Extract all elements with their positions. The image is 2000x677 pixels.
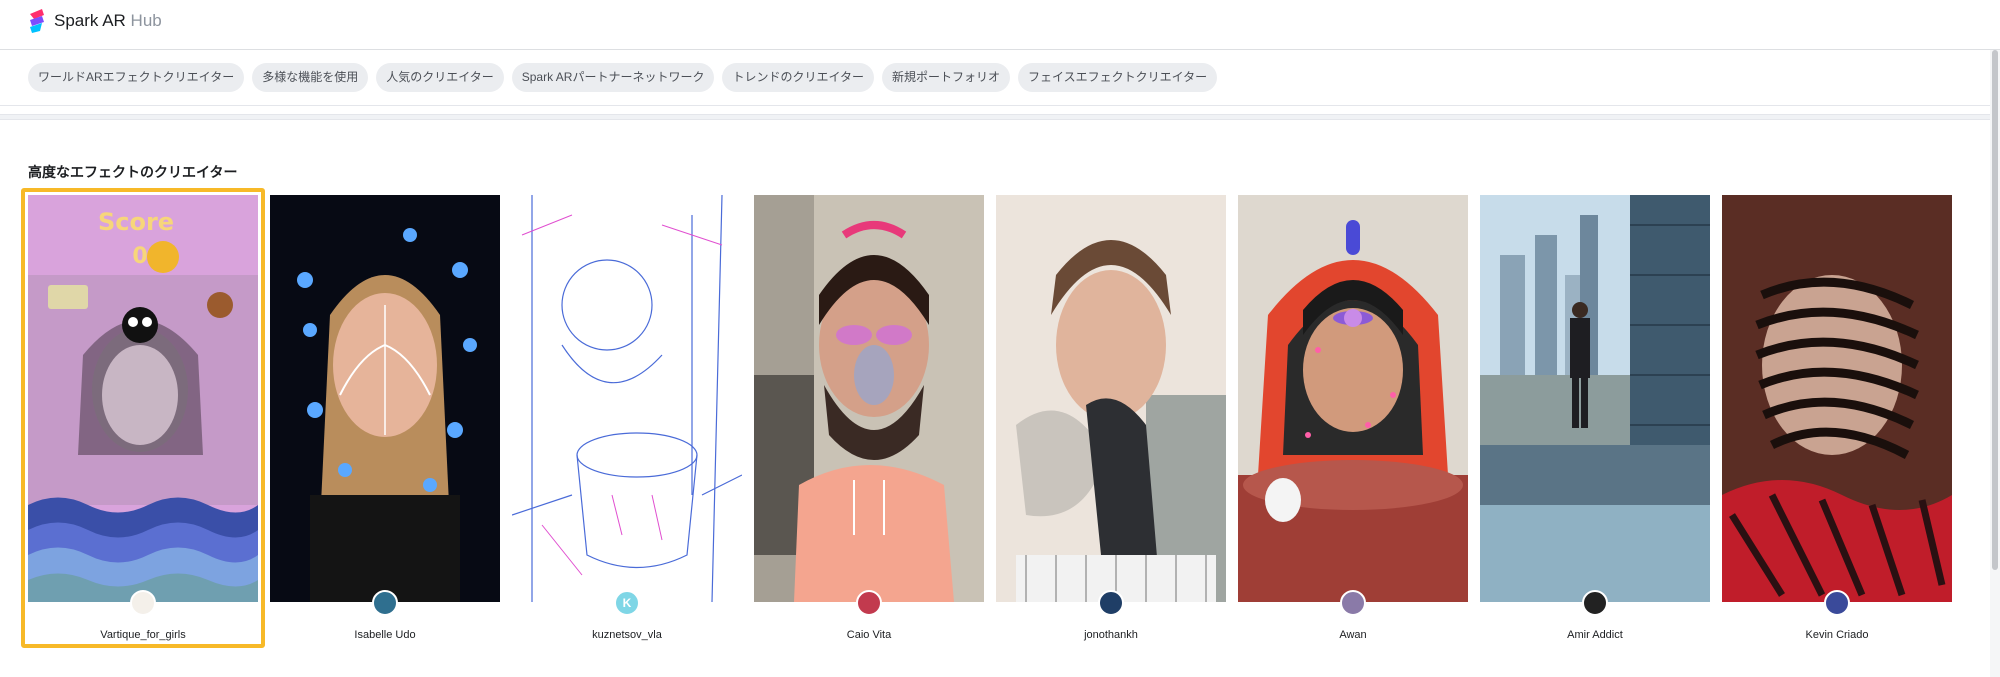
effect-preview-image (754, 195, 984, 602)
user-letter-avatar[interactable]: K (614, 590, 640, 616)
page-scrollbar[interactable] (1990, 50, 2000, 677)
creator-card-isabelle-udo[interactable]: Isabelle Udo (270, 195, 500, 645)
filter-chip-popular[interactable]: 人気のクリエイター (376, 63, 504, 92)
top-bar: Spark AR Hub (0, 0, 2000, 50)
effect-thumbnail[interactable] (1238, 195, 1468, 602)
creator-name[interactable]: Amir Addict (1480, 629, 1710, 641)
filter-bar: ワールドARエフェクトクリエイター 多様な機能を使用 人気のクリエイター Spa… (0, 50, 1990, 106)
effect-thumbnail[interactable]: Score 0 (28, 195, 258, 602)
effect-thumbnail[interactable] (1722, 195, 1952, 602)
spark-ar-hub-logo[interactable]: Spark AR Hub (28, 8, 162, 34)
effect-preview-image (1722, 195, 1952, 602)
effect-preview-image (512, 195, 742, 602)
filter-chip-trending[interactable]: トレンドのクリエイター (722, 63, 874, 92)
brand-title: Spark AR Hub (54, 11, 162, 30)
creator-card-vartique[interactable]: Score 0 Vartique_for_girls (21, 188, 265, 648)
filter-chip-list: ワールドARエフェクトクリエイター 多様な機能を使用 人気のクリエイター Spa… (28, 63, 1218, 92)
creator-name[interactable]: Vartique_for_girls (28, 629, 258, 641)
creator-name[interactable]: jonothankh (996, 629, 1226, 641)
user-photo-avatar[interactable] (372, 590, 398, 616)
creator-card-awan[interactable]: Awan (1238, 195, 1468, 645)
effect-preview-image (1238, 195, 1468, 602)
creator-name[interactable]: Caio Vita (754, 629, 984, 641)
creator-name[interactable]: kuznetsov_vla (512, 629, 742, 641)
user-photo-avatar[interactable] (1824, 590, 1850, 616)
filter-chip-face-effect[interactable]: フェイスエフェクトクリエイター (1018, 63, 1218, 92)
effect-preview-image (996, 195, 1226, 602)
scrollbar-thumb[interactable] (1992, 50, 1998, 570)
creator-card-amir-addict[interactable]: Amir Addict (1480, 195, 1710, 645)
creator-card-kuznetsov-vla[interactable]: K kuznetsov_vla (512, 195, 742, 645)
user-photo-avatar[interactable] (1582, 590, 1608, 616)
effect-preview-image (1480, 195, 1710, 602)
filter-chip-partner-network[interactable]: Spark ARパートナーネットワーク (511, 63, 715, 92)
user-photo-avatar[interactable] (1340, 590, 1366, 616)
creator-name[interactable]: Isabelle Udo (270, 629, 500, 641)
filter-chip-new-portfolio[interactable]: 新規ポートフォリオ (881, 63, 1010, 92)
brand-logo-avatar[interactable] (130, 590, 156, 616)
effect-preview-image: Score 0 (28, 195, 258, 602)
effect-thumbnail[interactable] (270, 195, 500, 602)
effect-preview-image (270, 195, 500, 602)
effect-thumbnail[interactable] (1480, 195, 1710, 602)
spark-ar-logo-icon (30, 9, 44, 33)
score-value-text: 0 (132, 244, 147, 269)
section-divider (0, 114, 1990, 120)
creator-card-caio-vita[interactable]: Caio Vita (754, 195, 984, 645)
score-overlay-text: Score (98, 208, 174, 236)
creator-card-kevin-criado[interactable]: Kevin Criado (1722, 195, 1952, 645)
filter-chip-diverse-features[interactable]: 多様な機能を使用 (252, 63, 369, 92)
user-photo-avatar[interactable] (1098, 590, 1124, 616)
creator-name[interactable]: Kevin Criado (1722, 629, 1952, 641)
creator-card-jonothankh[interactable]: jonothankh (996, 195, 1226, 645)
section-title: 高度なエフェクトのクリエイター (28, 164, 238, 180)
filter-chip-world-ar[interactable]: ワールドARエフェクトクリエイター (28, 63, 245, 92)
effect-thumbnail[interactable] (996, 195, 1226, 602)
creator-card-list: Score 0 Vartique_for_girls Isabelle Udo (21, 188, 1958, 648)
effect-thumbnail[interactable] (512, 195, 742, 602)
creator-name[interactable]: Awan (1238, 629, 1468, 641)
user-photo-avatar[interactable] (856, 590, 882, 616)
effect-thumbnail[interactable] (754, 195, 984, 602)
